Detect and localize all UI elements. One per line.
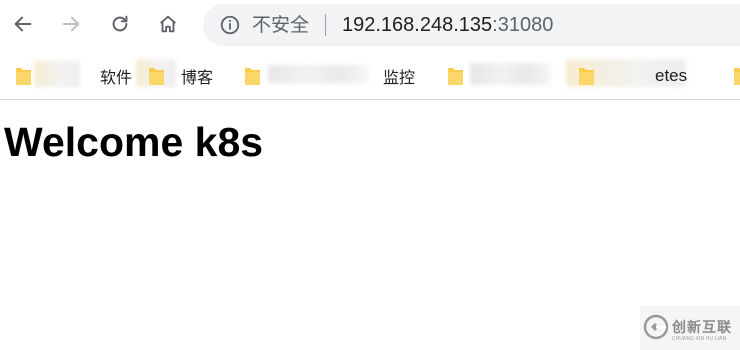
folder-icon — [578, 65, 595, 87]
arrow-right-icon — [62, 16, 80, 32]
watermark-subtext: CHUANG XIN HU LIAN — [672, 336, 727, 342]
browser-toolbar: 不安全 192.168.248.135:31080 — [0, 0, 740, 51]
folder-icon — [15, 65, 32, 87]
home-button[interactable] — [153, 8, 183, 40]
reload-button[interactable] — [105, 8, 135, 40]
bookmark-folder[interactable]: etes — [578, 63, 687, 89]
bookmark-label: etes — [655, 66, 688, 85]
watermark-logo-icon — [643, 314, 669, 340]
home-icon — [160, 15, 176, 33]
bookmark-folder[interactable] — [244, 63, 271, 89]
page-heading: Welcome k8s — [4, 119, 264, 165]
redacted-blur — [268, 65, 368, 83]
bookmark-folder[interactable] — [447, 63, 474, 89]
url-text[interactable]: 192.168.248.135:31080 — [342, 13, 553, 37]
url-divider — [325, 14, 326, 36]
folder-icon — [148, 65, 165, 87]
bookmark-label: 监控 — [383, 68, 416, 87]
bookmark-folder[interactable]: 软件 — [15, 63, 132, 89]
folder-icon — [733, 65, 740, 87]
forward-button[interactable] — [56, 8, 86, 40]
bookmark-item[interactable]: 监控 — [383, 63, 415, 89]
arrow-left-icon — [14, 16, 32, 32]
watermark-text: 创新互联 — [672, 320, 732, 336]
address-bar[interactable]: 不安全 192.168.248.135:31080 — [203, 4, 740, 46]
folder-icon — [447, 65, 464, 87]
reload-icon — [112, 15, 128, 32]
bookmarks-bar: 软件 博客 监控 etes — [0, 51, 740, 100]
redacted-blur — [470, 63, 550, 85]
back-button[interactable] — [8, 8, 38, 40]
watermark: 创新互联 CHUANG XIN HU LIAN — [640, 306, 740, 350]
folder-icon — [244, 65, 261, 87]
url-port: :31080 — [492, 14, 554, 36]
bookmark-folder[interactable] — [733, 63, 740, 89]
bookmark-label: 博客 — [181, 68, 214, 87]
security-status-label[interactable]: 不安全 — [252, 14, 309, 36]
url-host: 192.168.248.135 — [342, 14, 493, 36]
bookmark-folder[interactable]: 博客 — [148, 63, 213, 89]
bookmark-label: 软件 — [100, 68, 133, 87]
info-circle-icon[interactable] — [219, 14, 241, 36]
